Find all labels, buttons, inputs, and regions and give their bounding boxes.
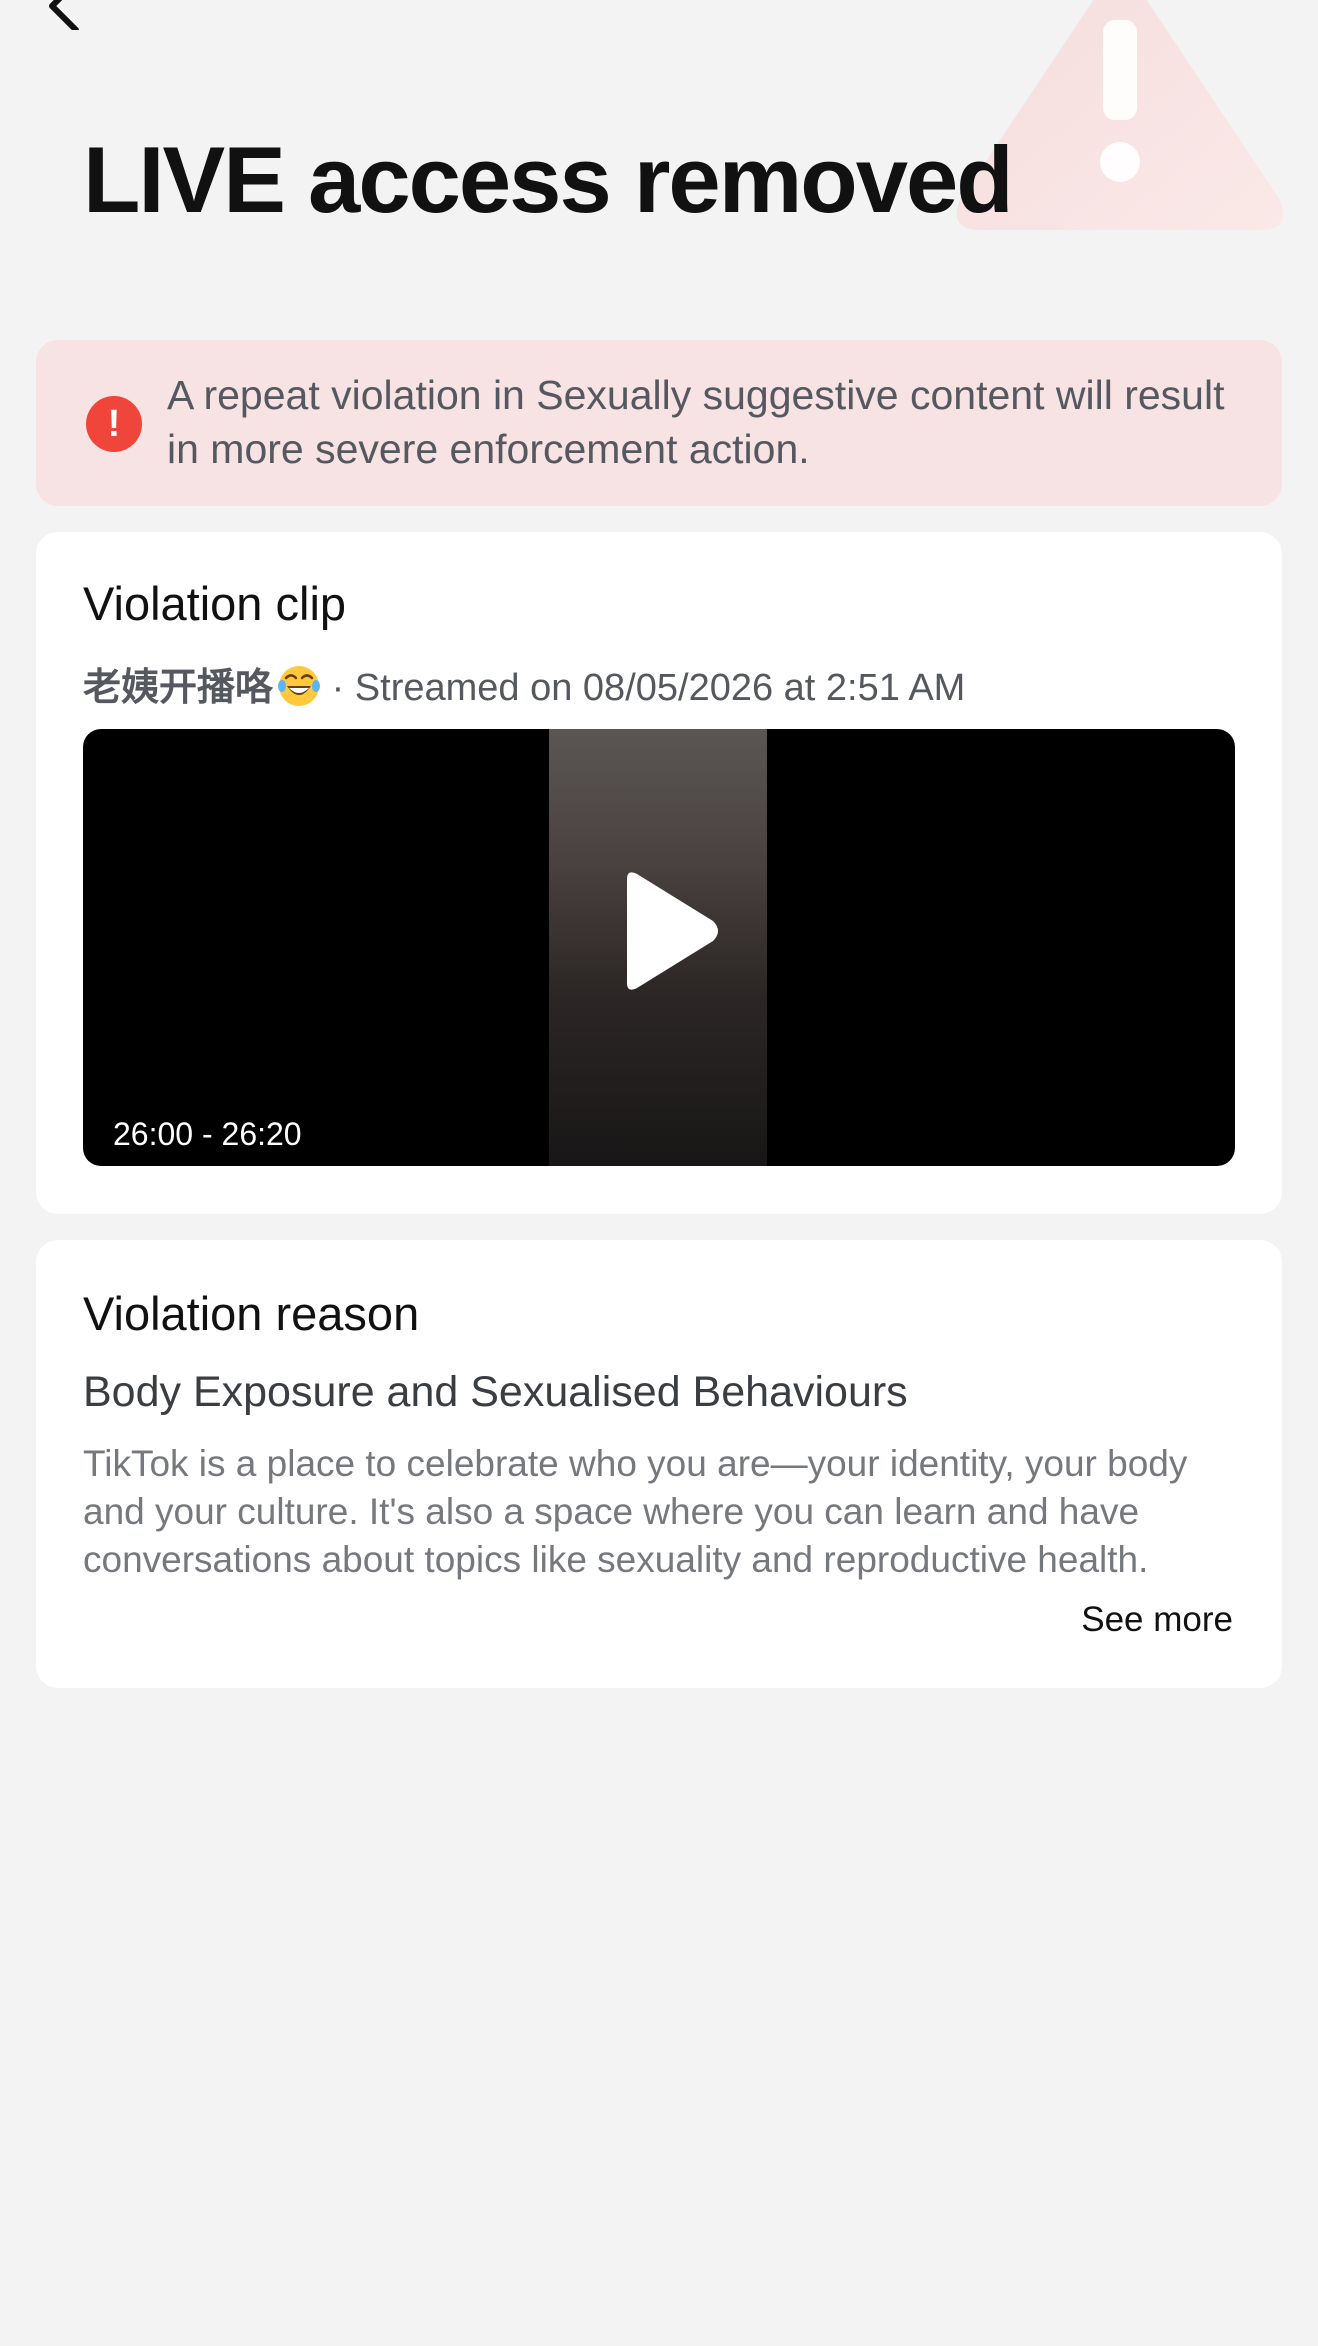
violation-video-player[interactable]: 26:00 - 26:20	[83, 729, 1235, 1166]
warning-banner-text: A repeat violation in Sexually suggestiv…	[167, 372, 1225, 472]
laughing-emoji-icon	[278, 666, 321, 706]
back-chevron-icon[interactable]	[40, 0, 90, 30]
violation-reason-title: Violation reason	[83, 1287, 420, 1340]
exclamation-circle-icon: !	[86, 396, 142, 452]
violation-reason-card: Violation reason Body Exposure and Sexua…	[36, 1240, 1282, 1688]
play-icon[interactable]	[613, 869, 723, 993]
streamer-name: 老姨开播咯	[83, 667, 274, 709]
policy-heading: Body Exposure and Sexualised Behaviours	[83, 1368, 908, 1416]
violation-clip-title: Violation clip	[83, 577, 347, 630]
meta-separator: ·	[321, 667, 355, 709]
policy-description: TikTok is a place to celebrate who you a…	[83, 1443, 1188, 1580]
clip-meta: 老姨开播咯 · Streamed on 08/05/2026 at 2:51 A…	[83, 656, 965, 711]
warning-banner: ! A repeat violation in Sexually suggest…	[36, 340, 1282, 506]
page-title: LIVE access removed	[83, 127, 1014, 232]
clip-time-range: 26:00 - 26:20	[113, 1116, 302, 1152]
violation-clip-card: Violation clip 老姨开播咯 · Streamed on 08/05…	[36, 532, 1282, 1214]
stream-date: Streamed on 08/05/2026 at 2:51 AM	[354, 667, 966, 709]
see-more-link[interactable]: See more	[1081, 1600, 1233, 1640]
